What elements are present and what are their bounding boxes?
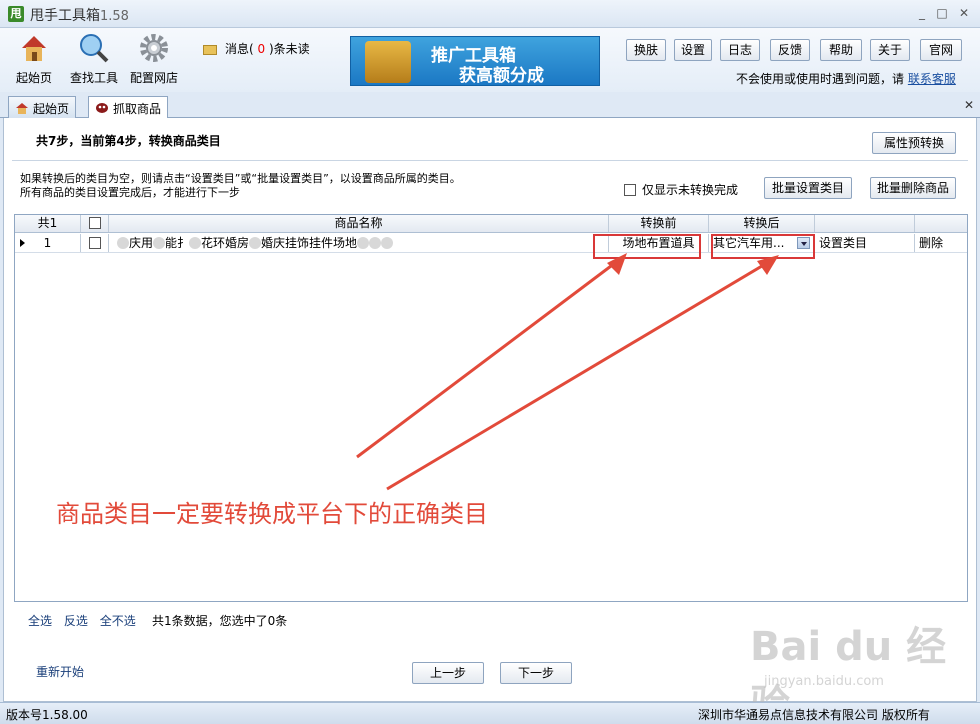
tab-grab-label: 抓取商品 [113,102,162,116]
close-tab-icon[interactable]: ✕ [964,98,974,112]
contact-support-link[interactable]: 联系客服 [908,72,956,86]
tool-find[interactable]: 查找工具 [66,32,122,86]
batch-set-category-button[interactable]: 批量设置类目 [764,177,852,199]
divider [12,160,968,161]
magnifier-icon [80,34,109,63]
website-button[interactable]: 官网 [920,39,962,61]
gear-icon [140,34,168,62]
message-link[interactable]: 消息( 0 )条未读 [203,40,310,57]
select-none-link[interactable]: 全不选 [100,614,136,628]
tool-home[interactable]: 起始页 [6,32,62,86]
main-panel: 共7步，当前第4步，转换商品类目 属性预转换 如果转换后的类目为空，则请点击“设… [3,118,977,724]
restart-link[interactable]: 重新开始 [36,663,84,680]
step-title: 共7步，当前第4步，转换商品类目 [36,134,221,148]
help-button[interactable]: 帮助 [820,39,862,61]
select-all-link[interactable]: 全选 [28,614,52,628]
settings-button[interactable]: 设置 [674,39,712,61]
tab-grab-goods[interactable]: 抓取商品 [88,96,169,119]
title-bar: 甩 甩手工具箱1.58 _ □ ✕ [0,0,980,28]
msg-suffix: )条未读 [268,42,310,56]
watermark-url: jingyan.baidu.com [764,674,884,689]
arrowhead [757,255,779,275]
close-button[interactable]: ✕ [956,6,972,20]
log-button[interactable]: 日志 [720,39,760,61]
app-name: 甩手工具箱 [30,8,100,24]
app-icon: 甩 [8,6,24,22]
main-toolbar: 起始页 查找工具 配置网店 消息( 0 )条未读 推广工具箱 获高额分成 换肤 … [0,28,980,92]
skin-button[interactable]: 换肤 [626,39,666,61]
tab-home[interactable]: 起始页 [8,96,77,118]
note-line2: 所有商品的类目设置完成后，才能进行下一步 [20,186,240,199]
arrowhead [607,253,627,275]
selection-links: 全选 反选 全不选 [28,612,144,629]
bug-icon [96,103,108,113]
home-icon [16,103,28,114]
banner-line2: 获高额分成 [459,66,544,86]
msg-count: 0 [257,42,266,56]
window-title: 甩手工具箱1.58 [30,5,129,25]
tab-home-label: 起始页 [33,102,70,116]
annotation-text: 商品类目一定要转换成平台下的正确类目 [56,500,488,528]
minimize-button[interactable]: _ [914,6,930,20]
tool-config-label: 配置网店 [129,71,178,85]
checkbox-box [624,184,636,196]
arrow-line [386,261,768,491]
batch-delete-button[interactable]: 批量删除商品 [870,177,956,199]
tool-home-label: 起始页 [15,71,52,85]
instruction-note: 如果转换后的类目为空，则请点击“设置类目”或“批量设置类目”，以设置商品所属的类… [20,172,461,200]
tab-bar: 起始页 抓取商品 [0,92,980,119]
home-icon [22,36,46,61]
promo-banner[interactable]: 推广工具箱 获高额分成 [350,36,600,86]
envelope-icon [203,44,217,55]
tool-config-shop[interactable]: 配置网店 [126,32,182,86]
tool-find-label: 查找工具 [69,71,118,85]
only-unconverted-label: 仅显示未转换完成 [642,183,739,197]
app-version: 1.58 [100,9,129,24]
note-line1: 如果转换后的类目为空，则请点击“设置类目”或“批量设置类目”，以设置商品所属的类… [20,172,461,185]
attr-preconvert-button[interactable]: 属性预转换 [872,132,956,154]
selection-info: 共1条数据，您选中了0条 [152,614,288,628]
help-prefix: 不会使用或使用时遇到问题，请 [736,72,905,86]
about-button[interactable]: 关于 [870,39,910,61]
next-step-button[interactable]: 下一步 [500,662,572,684]
only-unconverted-checkbox[interactable]: 仅显示未转换完成 [624,181,738,198]
status-bar: 版本号1.58.00 深圳市华通易点信息技术有限公司 版权所有 [0,702,980,724]
msg-prefix: 消息( [225,42,254,56]
help-text: 不会使用或使用时遇到问题，请 联系客服 [736,70,956,87]
version-label: 版本号1.58.00 [6,708,88,722]
prev-step-button[interactable]: 上一步 [412,662,484,684]
treasure-chest-icon [365,41,411,83]
arrow-line [356,261,616,459]
copyright-label: 深圳市华通易点信息技术有限公司 版权所有 [698,708,930,722]
feedback-button[interactable]: 反馈 [770,39,810,61]
annotation-arrows [356,253,779,491]
maximize-button[interactable]: □ [934,6,950,20]
goods-table: 共1 商品名称 转换前 转换后 1 庆用 能扌 花环婚房 婚庆挂饰挂件场地 场地布置道… [14,214,968,602]
invert-selection-link[interactable]: 反选 [64,614,88,628]
